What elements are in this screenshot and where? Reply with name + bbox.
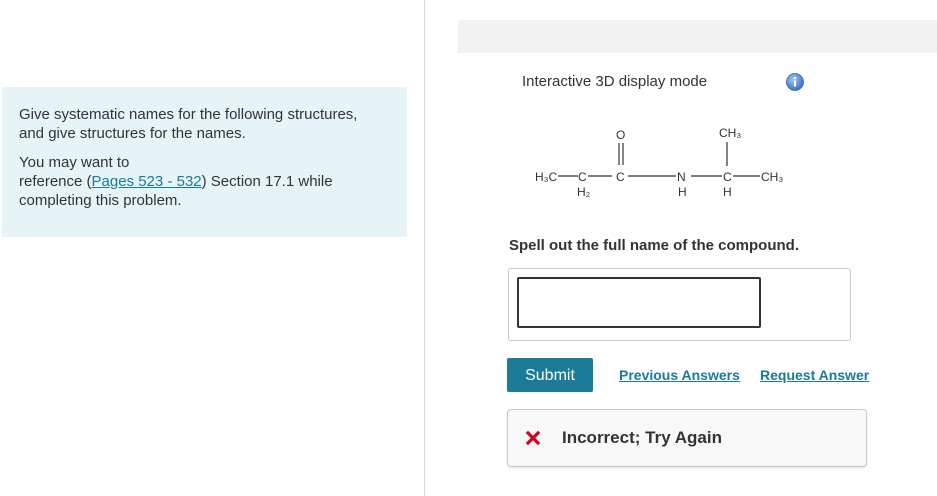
atom-ch3-right: CH₃ <box>761 170 783 184</box>
question-prompt: Spell out the full name of the compound. <box>509 237 799 254</box>
submit-button[interactable]: Submit <box>507 358 593 392</box>
pages-link[interactable]: Pages 523 - 532 <box>92 173 202 190</box>
info-icon[interactable] <box>786 73 804 91</box>
answer-input[interactable] <box>517 277 761 328</box>
feedback-message: Incorrect; Try Again <box>562 428 722 447</box>
atom-c1: C <box>578 170 587 184</box>
atom-ch3-top: CH₃ <box>719 126 741 140</box>
display-mode-link[interactable]: Interactive 3D display mode <box>522 73 707 90</box>
atom-h3c: H₃C <box>535 170 558 184</box>
request-answer-link[interactable]: Request Answer <box>760 367 869 383</box>
previous-answers-link[interactable]: Previous Answers <box>619 367 740 383</box>
atom-c3: C <box>723 170 732 184</box>
atom-n: N <box>677 170 686 184</box>
reference-text: You may want to reference (Pages 523 - 5… <box>19 154 333 209</box>
column-divider <box>424 0 425 496</box>
atom-nh: H <box>678 185 687 199</box>
atom-ch: H <box>723 185 732 199</box>
atom-c2: C <box>616 170 625 184</box>
atom-o: O <box>616 128 625 142</box>
toolbar-strip <box>458 20 937 53</box>
atom-h2: H₂ <box>577 185 591 199</box>
instructions-panel: Give systematic names for the following … <box>2 87 407 237</box>
instructions-text: Give systematic names for the following … <box>19 106 358 142</box>
x-icon <box>525 430 541 446</box>
chemical-structure: H₃C C H₂ O C N H CH₃ C H CH₃ <box>535 126 783 199</box>
